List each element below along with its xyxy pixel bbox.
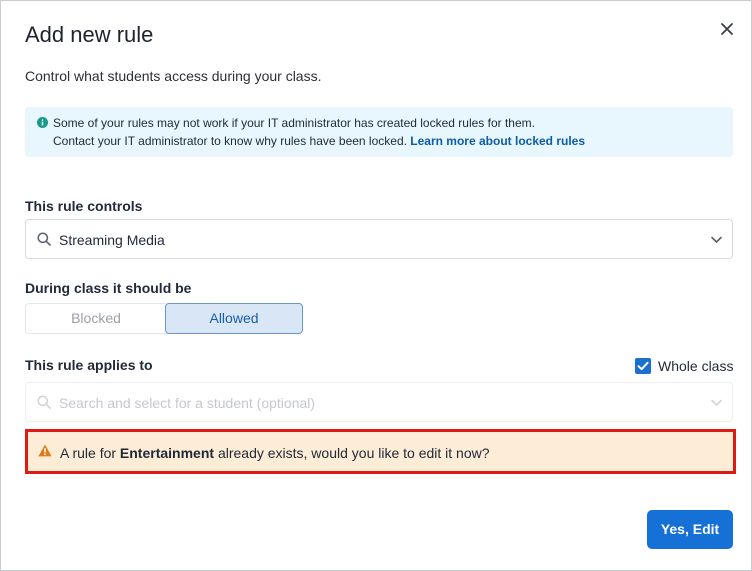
blocked-option[interactable]: Blocked (25, 303, 166, 334)
info-text-line1: Some of your rules may not work if your … (53, 116, 535, 130)
info-icon (37, 117, 48, 128)
student-search-select: Search and select for a student (optiona… (25, 382, 733, 422)
whole-class-label: Whole class (658, 358, 734, 374)
warning-icon (38, 444, 52, 457)
close-button[interactable] (717, 19, 737, 39)
add-rule-dialog: Add new rule Control what students acces… (0, 0, 752, 571)
during-class-label: During class it should be (25, 280, 192, 296)
rule-controls-label: This rule controls (25, 198, 143, 214)
warning-suffix: already exists, would you like to edit i… (217, 445, 490, 461)
warning-entity: Entertainment (119, 445, 215, 461)
dialog-title: Add new rule (25, 22, 154, 47)
rule-controls-value: Streaming Media (59, 232, 165, 248)
warning-text: A rule for Entertainment already exists,… (60, 444, 490, 462)
student-search-placeholder: Search and select for a student (optiona… (59, 395, 316, 411)
checkbox-box[interactable] (635, 358, 651, 374)
block-allow-toggle: Blocked Allowed (25, 303, 303, 334)
warning-prefix: A rule for (60, 445, 117, 461)
info-text-line2: Contact your IT administrator to know wh… (53, 134, 585, 149)
rule-controls-select[interactable]: Streaming Media (25, 219, 733, 259)
dialog-subtitle: Control what students access during your… (25, 68, 322, 84)
chevron-down-icon (711, 236, 722, 243)
yes-edit-button[interactable]: Yes, Edit (647, 510, 733, 549)
learn-more-link[interactable]: Learn more about locked rules (410, 134, 585, 148)
search-icon (37, 232, 51, 246)
close-icon (721, 23, 733, 35)
chevron-down-icon (711, 399, 722, 406)
checkmark-icon (637, 361, 649, 371)
existing-rule-warning: A rule for Entertainment already exists,… (25, 429, 736, 474)
search-icon (37, 395, 51, 409)
info-banner: Some of your rules may not work if your … (25, 107, 733, 157)
allowed-option[interactable]: Allowed (165, 303, 303, 334)
applies-to-label: This rule applies to (25, 357, 153, 373)
info-text-line2-prefix: Contact your IT administrator to know wh… (53, 134, 407, 148)
